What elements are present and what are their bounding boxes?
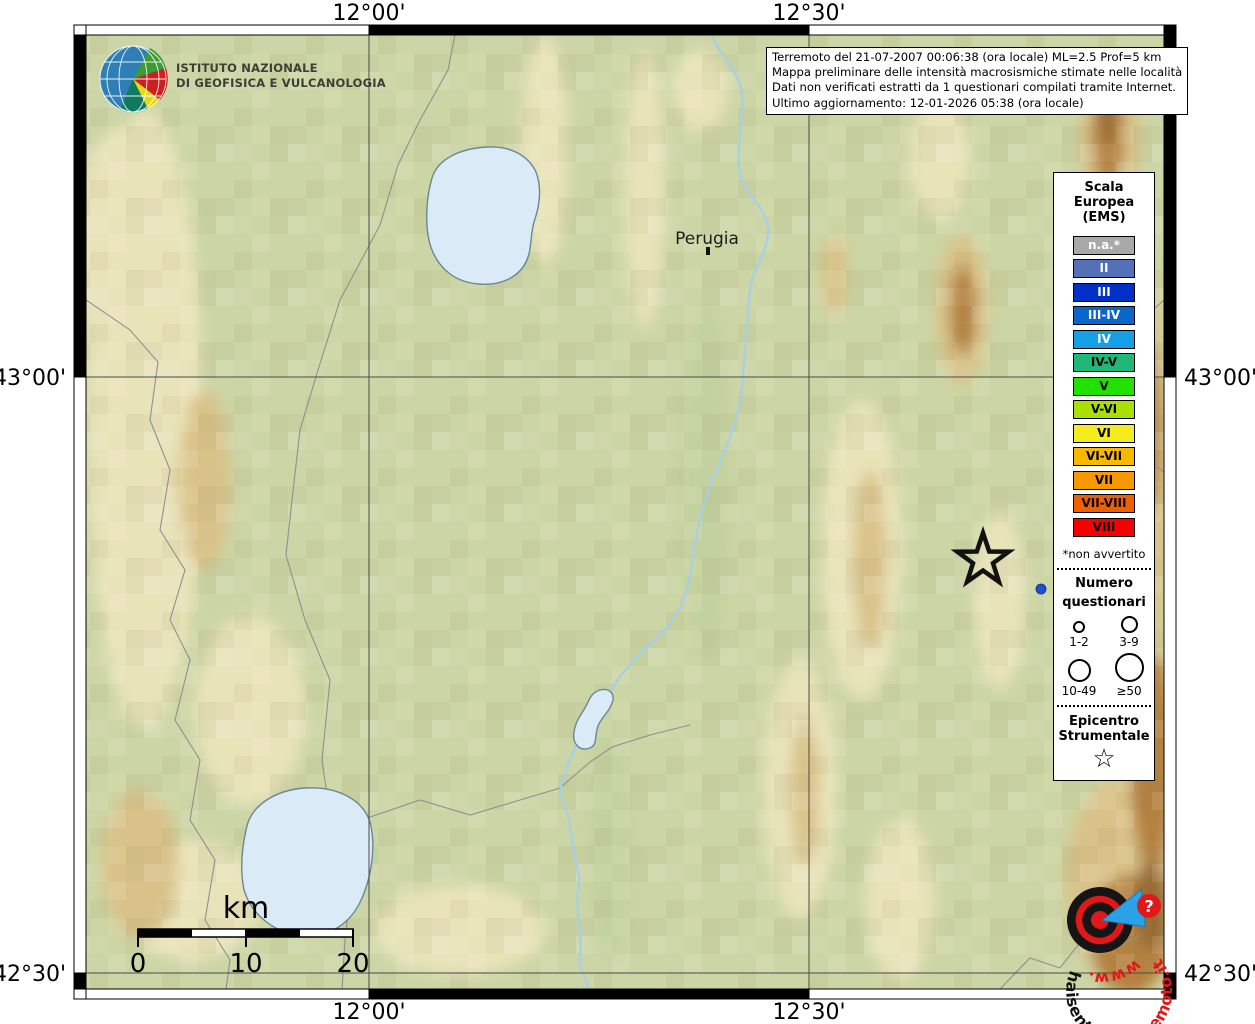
ingv-macroseismic-map-page: Perugia 12°00' 12°30' 12°00' 12°30' 43°0… xyxy=(0,0,1255,1024)
scale-tick-0: 0 xyxy=(130,949,147,979)
legend-divider xyxy=(1057,704,1151,707)
ingv-wordmark: ISTITUTO NAZIONALE DI GEOFISICA E VULCAN… xyxy=(176,61,386,90)
lat-label-left-4300: 43°00' xyxy=(0,366,66,391)
legend-panel: Scala Europea (EMS) n.a.* II III III-IV IV IV… xyxy=(1053,172,1155,781)
questionnaire-size-label: 3-9 xyxy=(1119,634,1139,649)
lon-label-top-1230: 12°30' xyxy=(772,1,845,26)
terrain-layer xyxy=(86,35,1164,989)
legend-intensity-item: V-VI xyxy=(1073,400,1135,419)
legend-footnote: *non avvertito xyxy=(1062,546,1146,561)
legend-title-line: Scala xyxy=(1084,180,1124,195)
lake-trasimeno xyxy=(426,146,541,285)
legend-intensity-item: VI-VII xyxy=(1073,447,1135,466)
scale-tick-10: 10 xyxy=(229,949,262,979)
questionnaire-title-line: Numero xyxy=(1075,575,1133,591)
legend-title: Scala Europea (EMS) xyxy=(1054,173,1154,231)
legend-intensity-item: V xyxy=(1073,376,1135,396)
logo-question-mark: ? xyxy=(1144,897,1154,916)
lat-label-right-4300: 43°00' xyxy=(1184,366,1255,391)
questionnaire-size-label: 10-49 xyxy=(1061,683,1097,698)
lat-label-right-4230: 42°30' xyxy=(1184,962,1255,987)
questionnaire-size: 1-2 xyxy=(1054,620,1104,649)
legend-intensity-item: VII xyxy=(1073,470,1135,490)
scale-tick-20: 20 xyxy=(336,949,369,979)
questionnaire-sizes: 1-2 3-9 10-49 ≥50 xyxy=(1054,615,1154,698)
info-line-updated: Ultimo aggiornamento: 12-01-2026 05:38 (… xyxy=(772,95,1084,110)
questionnaire-size: ≥50 xyxy=(1104,652,1154,698)
legend-title-line: (EMS) xyxy=(1082,210,1126,225)
questionnaire-circle-icon xyxy=(1114,652,1144,682)
info-line-event: Terremoto del 21-07-2007 00:06:38 (ora l… xyxy=(772,50,1162,64)
lon-label-top-1200: 12°00' xyxy=(332,1,405,26)
legend-divider xyxy=(1057,567,1151,570)
questionnaire-size-label: 1-2 xyxy=(1069,634,1089,649)
legend-intensity-item: VI xyxy=(1073,423,1135,443)
questionnaire-circle-icon xyxy=(1073,620,1085,633)
legend-intensity-item: IV-V xyxy=(1073,353,1135,372)
questionnaire-title-line: questionari xyxy=(1062,594,1146,610)
info-line-maptype: Mappa preliminare delle intensità macros… xyxy=(772,65,1183,80)
questionnaire-size-label: ≥50 xyxy=(1116,683,1142,698)
legend-intensity-item: VIII xyxy=(1073,517,1135,537)
earthquake-info-box: Terremoto del 21-07-2007 00:06:38 (ora l… xyxy=(766,47,1189,115)
lon-label-bottom-1200: 12°00' xyxy=(332,1000,405,1024)
epicenter-title-line: Epicentro xyxy=(1069,713,1139,729)
legend-intensity-items: n.a.* II III III-IV IV IV-V V V-VI VI VI-VII VII VI… xyxy=(1054,235,1154,537)
legend-intensity-item: n.a.* xyxy=(1073,235,1135,255)
epicenter-star-legend-icon: ☆ xyxy=(1092,743,1116,774)
legend-intensity-item: III-IV xyxy=(1073,306,1135,325)
legend-intensity-item: III xyxy=(1073,282,1135,302)
city-label-perugia: Perugia xyxy=(675,229,739,249)
legend-intensity-item: VII-VIII xyxy=(1073,494,1135,513)
info-line-data: Dati non verificati estratti da 1 questi… xyxy=(772,80,1176,95)
ingv-name-line1: ISTITUTO NAZIONALE xyxy=(176,61,318,75)
ingv-name-line2: DI GEOFISICA E VULCANOLOGIA xyxy=(176,75,386,90)
questionnaire-circle-icon xyxy=(1120,615,1138,633)
lat-label-left-4230: 42°30' xyxy=(0,962,66,987)
legend-intensity-item: IV xyxy=(1073,329,1135,349)
legend-title-line: Europea xyxy=(1073,195,1135,210)
lon-label-bottom-1230: 12°30' xyxy=(772,1000,845,1024)
questionnaire-size: 10-49 xyxy=(1054,658,1104,698)
epicenter-title-line: Strumentale xyxy=(1058,728,1150,744)
questionnaire-size: 3-9 xyxy=(1104,615,1154,649)
legend-intensity-item: II xyxy=(1073,259,1135,278)
scale-bar-unit: km xyxy=(223,891,270,926)
questionnaire-dot xyxy=(1035,583,1047,595)
questionnaire-circle-icon xyxy=(1067,658,1091,682)
